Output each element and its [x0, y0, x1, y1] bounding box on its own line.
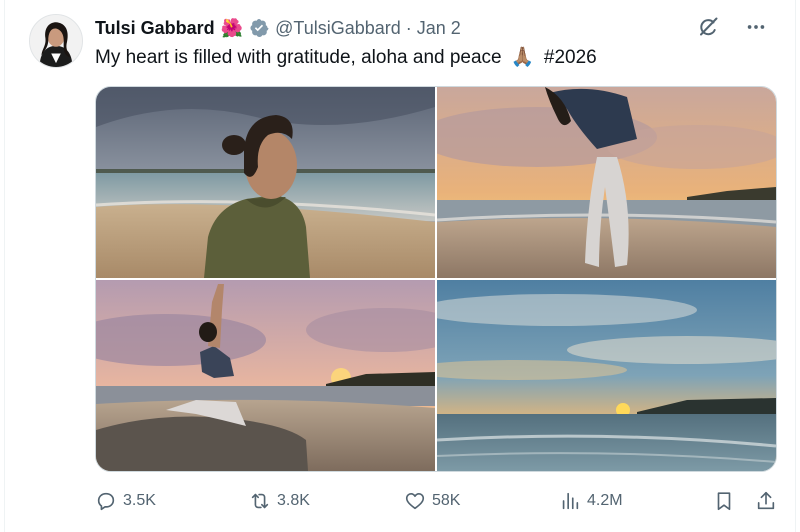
reply-button[interactable]: 3.5K [95, 488, 156, 514]
grok-icon[interactable] [695, 14, 721, 40]
tweet-card[interactable]: Tulsi Gabbard 🌺 @TulsiGabbard · Jan 2 My… [4, 0, 796, 532]
separator-dot: · [405, 17, 412, 38]
bookmark-icon [713, 490, 735, 512]
display-name[interactable]: Tulsi Gabbard [95, 18, 215, 39]
tweet-text: My heart is filled with gratitude, aloha… [95, 45, 597, 69]
views-button[interactable]: 4.2M [559, 488, 623, 514]
more-icon[interactable] [743, 14, 769, 40]
repost-button[interactable]: 3.8K [249, 488, 310, 514]
reply-count: 3.5K [123, 492, 156, 509]
heart-icon [404, 490, 426, 512]
photo-3[interactable] [96, 280, 435, 471]
photo-2[interactable] [437, 87, 776, 278]
like-count: 58K [432, 492, 461, 509]
reply-icon [95, 490, 117, 512]
avatar[interactable] [29, 14, 83, 68]
handle[interactable]: @TulsiGabbard [275, 18, 401, 39]
action-bar: 3.5K 3.8K 58K 4.2M [95, 488, 777, 514]
hashtag-link[interactable]: #2026 [544, 47, 597, 68]
top-actions [695, 14, 769, 40]
views-icon [559, 490, 581, 512]
views-count: 4.2M [587, 492, 623, 509]
folded-hands-icon: 🙏🏽 [510, 47, 535, 68]
tweet-text-body: My heart is filled with gratitude, aloha… [95, 47, 502, 68]
photo-4[interactable] [437, 280, 776, 471]
tweet-date[interactable]: Jan 2 [417, 18, 461, 39]
repost-icon [249, 490, 271, 512]
hibiscus-icon: 🌺 [220, 18, 244, 38]
repost-count: 3.8K [277, 492, 310, 509]
tweet-header: Tulsi Gabbard 🌺 @TulsiGabbard · Jan 2 [95, 15, 461, 41]
bookmark-button[interactable] [713, 488, 735, 514]
share-button[interactable] [755, 488, 777, 514]
verified-badge-icon[interactable] [249, 18, 269, 38]
media-grid [95, 86, 777, 472]
like-button[interactable]: 58K [404, 488, 460, 514]
share-icon [755, 490, 777, 512]
photo-1[interactable] [96, 87, 435, 278]
